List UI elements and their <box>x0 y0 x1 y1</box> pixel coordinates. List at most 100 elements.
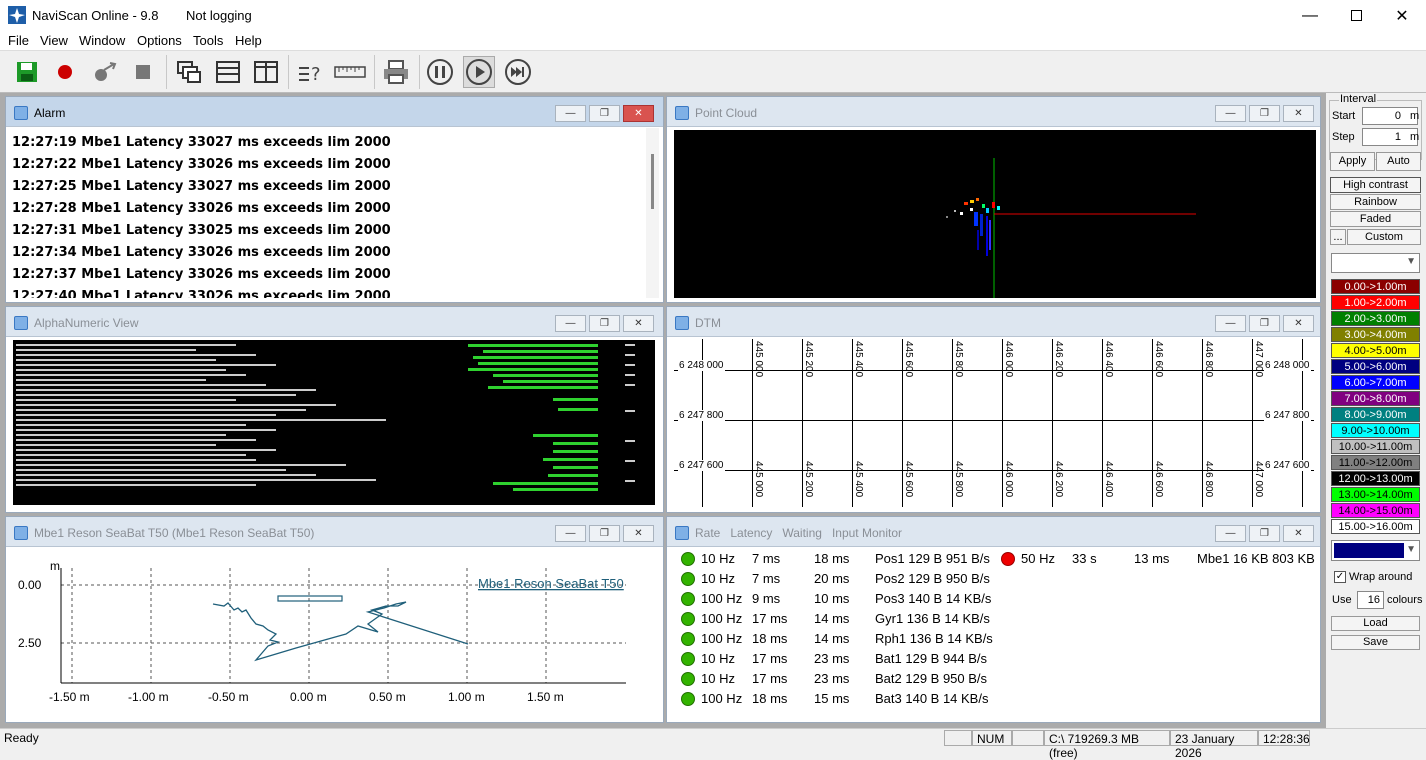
point-cloud-canvas[interactable] <box>674 130 1316 298</box>
colour-picker-select[interactable]: ▼ <box>1331 540 1420 561</box>
input-monitor-minimize-button[interactable]: — <box>1215 525 1246 542</box>
menu-tools[interactable]: Tools <box>193 33 223 48</box>
alarm-window: Alarm — ❐ ✕ 12:27:19 Mbe1 Latency 33027 … <box>5 96 664 303</box>
colour-range-item[interactable]: 6.00->7.00m <box>1331 375 1420 390</box>
play-button[interactable] <box>463 56 495 88</box>
alarm-minimize-button[interactable]: — <box>555 105 586 122</box>
record-button[interactable] <box>49 56 81 88</box>
naviscan-logo-icon <box>8 6 26 24</box>
menu-window[interactable]: Window <box>79 33 125 48</box>
input-name: Bat2 129 B 950 B/s <box>875 671 988 686</box>
tile-vertical-icon <box>254 61 278 83</box>
export-button[interactable] <box>90 56 122 88</box>
scrollbar-thumb[interactable] <box>651 154 654 209</box>
dtm-canvas[interactable]: 445 000 445 000 445 200 445 200 445 400 445 4… <box>674 339 1314 507</box>
svg-text:?: ? <box>311 64 321 84</box>
point-cloud-minimize-button[interactable]: — <box>1215 105 1246 122</box>
minimize-window-button[interactable]: — <box>1287 0 1333 31</box>
input-monitor-row[interactable]: 100 Hz 9 ms 10 ms Pos3 140 B 14 KB/s <box>667 589 997 609</box>
alarm-list: 12:27:19 Mbe1 Latency 33027 ms exceeds l… <box>6 128 646 298</box>
input-monitor-row[interactable]: 50 Hz 33 s 13 ms Mbe1 16 KB 803 KB <box>997 549 1320 569</box>
auto-button[interactable]: Auto <box>1376 152 1421 171</box>
tile-vertical-button[interactable] <box>250 56 282 88</box>
print-button[interactable] <box>380 56 412 88</box>
profile-close-button[interactable]: ✕ <box>623 525 654 542</box>
pause-button[interactable] <box>424 56 456 88</box>
point-cloud-titlebar[interactable]: Point Cloud — ❐ ✕ <box>667 97 1320 127</box>
alarm-restore-button[interactable]: ❐ <box>589 105 620 122</box>
load-button[interactable]: Load <box>1331 616 1420 631</box>
alarm-close-button[interactable]: ✕ <box>623 105 654 122</box>
alphanumeric-minimize-button[interactable]: — <box>555 315 586 332</box>
alarm-titlebar[interactable]: Alarm — ❐ ✕ <box>6 97 663 127</box>
colour-range-item[interactable]: 12.00->13.00m <box>1331 471 1420 486</box>
save-button[interactable] <box>11 56 43 88</box>
colour-range-item[interactable]: 3.00->4.00m <box>1331 327 1420 342</box>
dtm-restore-button[interactable]: ❐ <box>1249 315 1280 332</box>
custom-browse-button[interactable]: ... <box>1330 229 1346 245</box>
point-cloud-close-button[interactable]: ✕ <box>1283 105 1314 122</box>
point-cloud-restore-button[interactable]: ❐ <box>1249 105 1280 122</box>
faded-button[interactable]: Faded <box>1330 211 1421 227</box>
colour-range-item[interactable]: 5.00->6.00m <box>1331 359 1420 374</box>
profile-plot[interactable]: Mbe1 Reson SeaBat T50 m 0.00 2.50 -1.50 … <box>6 548 663 722</box>
colour-range-item[interactable]: 10.00->11.00m <box>1331 439 1420 454</box>
alarm-scrollbar[interactable] <box>646 128 659 298</box>
dtm-titlebar[interactable]: DTM — ❐ ✕ <box>667 307 1320 337</box>
input-monitor-restore-button[interactable]: ❐ <box>1249 525 1280 542</box>
colour-range-item[interactable]: 9.00->10.00m <box>1331 423 1420 438</box>
input-monitor-titlebar[interactable]: Rate Latency Waiting Input Monitor — ❐ ✕ <box>667 517 1320 547</box>
alphanumeric-close-button[interactable]: ✕ <box>623 315 654 332</box>
input-monitor-row[interactable]: 10 Hz 7 ms 20 ms Pos2 129 B 950 B/s <box>667 569 997 589</box>
colour-count-input[interactable]: 16 <box>1357 591 1384 609</box>
colour-range-item[interactable]: 0.00->1.00m <box>1331 279 1420 294</box>
colour-range-item[interactable]: 15.00->16.00m <box>1331 519 1420 534</box>
measure-button[interactable] <box>334 56 366 88</box>
colour-range-item[interactable]: 2.00->3.00m <box>1331 311 1420 326</box>
cascade-windows-button[interactable] <box>173 56 205 88</box>
profile-restore-button[interactable]: ❐ <box>589 525 620 542</box>
colour-scheme-select[interactable]: ▼ <box>1331 253 1420 273</box>
menu-view[interactable]: View <box>40 33 68 48</box>
input-monitor-row[interactable]: 100 Hz 17 ms 14 ms Gyr1 136 B 14 KB/s <box>667 609 997 629</box>
dtm-minimize-button[interactable]: — <box>1215 315 1246 332</box>
colour-range-item[interactable]: 4.00->5.00m <box>1331 343 1420 358</box>
colour-range-item[interactable]: 7.00->8.00m <box>1331 391 1420 406</box>
input-monitor-row[interactable]: 100 Hz 18 ms 15 ms Bat3 140 B 14 KB/s <box>667 689 997 709</box>
close-window-button[interactable]: ✕ <box>1379 0 1425 31</box>
fast-forward-button[interactable] <box>502 56 534 88</box>
dtm-easting-label: 446 800 <box>1203 461 1214 498</box>
alphanumeric-restore-button[interactable]: ❐ <box>589 315 620 332</box>
input-monitor-row[interactable]: 10 Hz 7 ms 18 ms Pos1 129 B 951 B/s <box>667 549 997 569</box>
status-ok-icon <box>681 552 695 566</box>
rainbow-button[interactable]: Rainbow <box>1330 194 1421 210</box>
custom-button[interactable]: Custom <box>1347 229 1421 245</box>
maximize-window-button[interactable] <box>1333 0 1379 31</box>
dtm-easting-label: 445 400 <box>853 341 864 378</box>
colour-range-item[interactable]: 14.00->15.00m <box>1331 503 1420 518</box>
colour-range-item[interactable]: 11.00->12.00m <box>1331 455 1420 470</box>
dtm-close-button[interactable]: ✕ <box>1283 315 1314 332</box>
save-colours-button[interactable]: Save <box>1331 635 1420 650</box>
high-contrast-button[interactable]: High contrast <box>1330 177 1421 193</box>
colour-range-item[interactable]: 8.00->9.00m <box>1331 407 1420 422</box>
wrap-around-checkbox[interactable]: ✓ <box>1334 571 1346 583</box>
colour-range-item[interactable]: 1.00->2.00m <box>1331 295 1420 310</box>
tile-horizontal-button[interactable] <box>212 56 244 88</box>
status-ok-icon <box>681 572 695 586</box>
profile-minimize-button[interactable]: — <box>555 525 586 542</box>
input-monitor-row[interactable]: 10 Hz 17 ms 23 ms Bat1 129 B 944 B/s <box>667 649 997 669</box>
stop-button[interactable] <box>127 56 159 88</box>
input-monitor-row[interactable]: 10 Hz 17 ms 23 ms Bat2 129 B 950 B/s <box>667 669 997 689</box>
menu-help[interactable]: Help <box>235 33 262 48</box>
input-monitor-row[interactable]: 100 Hz 18 ms 14 ms Rph1 136 B 14 KB/s <box>667 629 997 649</box>
dtm-easting-label: 446 600 <box>1153 341 1164 378</box>
help-query-button[interactable]: ? <box>295 56 327 88</box>
input-monitor-close-button[interactable]: ✕ <box>1283 525 1314 542</box>
menu-options[interactable]: Options <box>137 33 182 48</box>
apply-button[interactable]: Apply <box>1330 152 1375 171</box>
colour-range-item[interactable]: 13.00->14.00m <box>1331 487 1420 502</box>
menu-file[interactable]: File <box>8 33 29 48</box>
profile-titlebar[interactable]: Mbe1 Reson SeaBat T50 (Mbe1 Reson SeaBat… <box>6 517 663 547</box>
alphanumeric-titlebar[interactable]: AlphaNumeric View — ❐ ✕ <box>6 307 663 337</box>
